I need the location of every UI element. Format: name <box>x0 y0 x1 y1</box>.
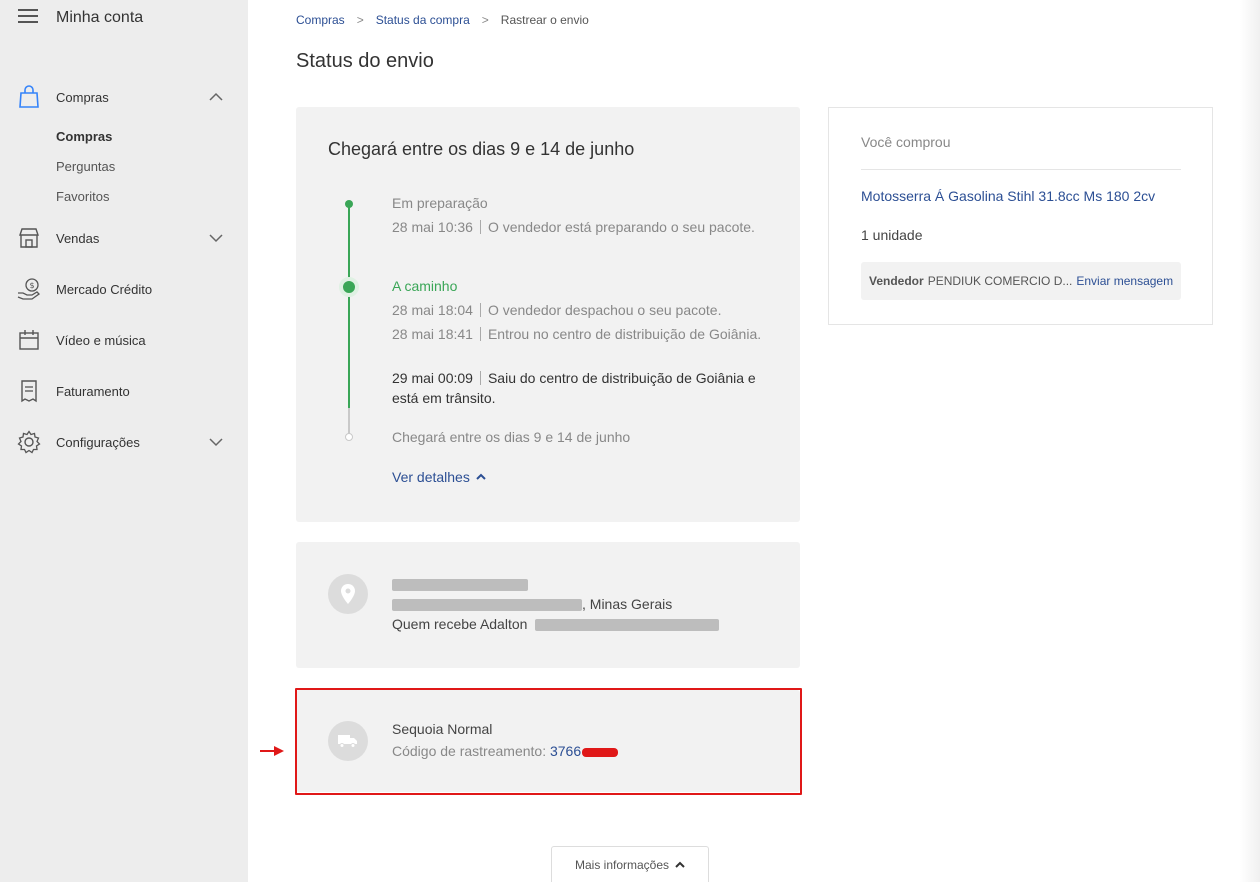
store-icon <box>16 225 42 251</box>
chevron-up-icon <box>675 861 685 868</box>
breadcrumb-rastrear: Rastrear o envio <box>500 13 589 27</box>
event-time: 28 mai 18:41 <box>392 326 473 342</box>
timeline-progress-line <box>348 203 350 408</box>
chevron-up-icon[interactable] <box>208 89 224 105</box>
redacted-block <box>392 579 528 592</box>
seller-name: PENDIUK COMERCIO D... <box>927 274 1073 288</box>
sidebar-item-label: Compras <box>56 89 109 105</box>
sidebar-item-video-musica[interactable]: Vídeo e música <box>16 326 230 354</box>
gear-icon <box>16 429 42 455</box>
ver-detalhes-label: Ver detalhes <box>392 469 470 485</box>
delivery-estimate-heading: Chegará entre os dias 9 e 14 de junho <box>328 139 635 159</box>
divider <box>861 169 1181 170</box>
svg-text:$: $ <box>30 281 35 290</box>
address-street: , Minas Gerais <box>392 594 672 614</box>
sidebar-subitem-favoritos[interactable]: Favoritos <box>56 189 109 204</box>
ver-detalhes-link[interactable]: Ver detalhes <box>392 469 486 485</box>
sidebar-subitem-perguntas[interactable]: Perguntas <box>56 159 115 174</box>
address-name-redacted <box>392 574 528 594</box>
purchase-summary-card: Você comprou Motosserra Á Gasolina Stihl… <box>828 107 1213 325</box>
breadcrumb-status-compra[interactable]: Status da compra <box>376 13 470 27</box>
seller-key: Vendedor <box>869 274 924 288</box>
sidebar: Minha conta Compras Compras Perguntas Fa… <box>0 0 248 882</box>
chevron-up-icon <box>476 473 486 480</box>
event-time: 28 mai 10:36 <box>392 219 473 235</box>
tracking-label: Código de rastreamento: <box>392 743 547 759</box>
breadcrumb-separator: > <box>481 13 489 27</box>
sidebar-item-configuracoes[interactable]: Configurações <box>16 428 230 456</box>
shopping-bag-icon <box>16 84 42 110</box>
chevron-down-icon[interactable] <box>208 230 224 246</box>
truck-icon <box>328 721 368 761</box>
sidebar-item-vendas[interactable]: Vendas <box>16 224 230 252</box>
timeline-event: 28 mai 18:41 Entrou no centro de distribu… <box>392 324 762 344</box>
sidebar-item-label: Faturamento <box>56 383 130 399</box>
product-quantity: 1 unidade <box>861 227 923 243</box>
breadcrumb-separator: > <box>356 13 364 27</box>
shipping-info-card: Sequoia Normal Código de rastreamento: 3… <box>296 690 800 792</box>
seller-box: Vendedor PENDIUK COMERCIO D... Enviar me… <box>861 262 1181 300</box>
timeline-dot-current <box>339 277 359 297</box>
sidebar-item-label: Configurações <box>56 434 140 450</box>
event-time: 29 mai 00:09 <box>392 370 473 386</box>
sidebar-title: Minha conta <box>56 9 144 26</box>
delivery-address-card: , Minas Gerais Quem recebe Adalton <box>296 542 800 668</box>
redacted-block <box>535 619 720 632</box>
sidebar-item-faturamento[interactable]: Faturamento <box>16 377 230 405</box>
event-text: O vendedor está preparando o seu pacote. <box>487 219 755 235</box>
hamburger-menu-icon[interactable] <box>18 8 38 28</box>
timeline-step-chegada: Chegará entre os dias 9 e 14 de junho <box>392 429 631 445</box>
receipt-icon <box>16 378 42 404</box>
timeline-remaining-line <box>348 408 350 436</box>
timeline-step-a-caminho: A caminho <box>392 278 458 294</box>
event-text: Entrou no centro de distribuição de Goiâ… <box>487 326 762 342</box>
page-edge <box>1240 0 1260 882</box>
tracking-number[interactable]: 3766 <box>550 743 581 759</box>
hand-money-icon: $ <box>16 276 42 302</box>
main-content: Compras > Status da compra > Rastrear o … <box>248 0 1260 882</box>
sidebar-item-mercado-credito[interactable]: $ Mercado Crédito <box>16 275 230 303</box>
purchase-label: Você comprou <box>861 134 951 150</box>
mais-informacoes-label: Mais informações <box>574 857 670 872</box>
sidebar-item-label: Mercado Crédito <box>56 281 153 297</box>
page-title: Status do envio <box>296 50 434 72</box>
receiver-label: Quem recebe Adalton <box>392 616 528 632</box>
product-link[interactable]: Motosserra Á Gasolina Stihl 31.8cc Ms 18… <box>861 186 1161 206</box>
address-receiver: Quem recebe Adalton <box>392 614 720 634</box>
location-pin-icon <box>328 574 368 614</box>
redacted-block <box>582 747 619 757</box>
timeline-event: 28 mai 10:36 O vendedor está preparando o… <box>392 217 762 237</box>
timeline-event-latest: 29 mai 00:09 Saiu do centro de distribuiç… <box>392 368 762 408</box>
sidebar-item-label: Vendas <box>56 230 100 246</box>
timeline-dot-pending <box>345 433 353 441</box>
address-state: , Minas Gerais <box>582 596 673 612</box>
timeline-event: 28 mai 18:04 O vendedor despachou o seu p… <box>392 300 762 320</box>
breadcrumb-compras[interactable]: Compras <box>296 13 345 27</box>
chevron-down-icon[interactable] <box>208 434 224 450</box>
sidebar-header: Minha conta <box>18 8 143 28</box>
mais-informacoes-button[interactable]: Mais informações <box>551 846 709 882</box>
breadcrumb: Compras > Status da compra > Rastrear o … <box>296 13 589 27</box>
send-message-link[interactable]: Enviar mensagem <box>1076 274 1173 288</box>
sidebar-subitem-compras[interactable]: Compras <box>56 129 112 144</box>
sidebar-item-compras[interactable]: Compras <box>16 83 230 111</box>
event-time: 28 mai 18:04 <box>392 302 473 318</box>
shipment-status-card: Chegará entre os dias 9 e 14 de junho Em… <box>296 107 800 522</box>
tracking-code: Código de rastreamento: 3766 <box>392 743 619 759</box>
timeline-dot-done <box>345 200 353 208</box>
calendar-icon <box>16 327 42 353</box>
event-text: O vendedor despachou o seu pacote. <box>487 302 722 318</box>
redacted-block <box>392 599 582 612</box>
arrow-right-icon <box>260 743 284 761</box>
carrier-name: Sequoia Normal <box>392 721 493 737</box>
sidebar-item-label: Vídeo e música <box>56 332 146 348</box>
timeline-step-preparacao: Em preparação <box>392 195 488 211</box>
